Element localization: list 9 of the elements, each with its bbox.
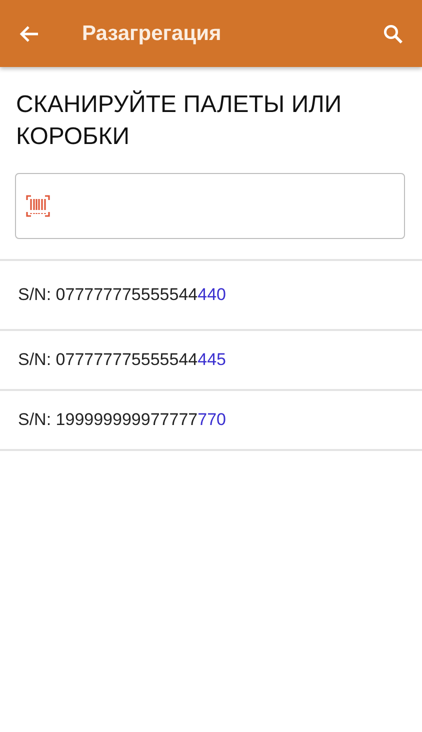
app-bar-title: Разагрегация <box>82 22 222 46</box>
barcode-icon <box>26 195 50 217</box>
arrow-left-icon <box>19 24 39 42</box>
serial-number: S/N: 077777775555544440 <box>18 285 226 305</box>
serial-number: S/N: 077777775555544445 <box>18 350 226 370</box>
serial-number: S/N: 199999999977777770 <box>18 410 226 430</box>
scan-prompt: СКАНИРУЙТЕ ПАЛЕТЫ ИЛИ КОРОБКИ <box>16 89 343 152</box>
search-icon <box>383 24 403 44</box>
scan-input-field[interactable] <box>15 173 405 239</box>
